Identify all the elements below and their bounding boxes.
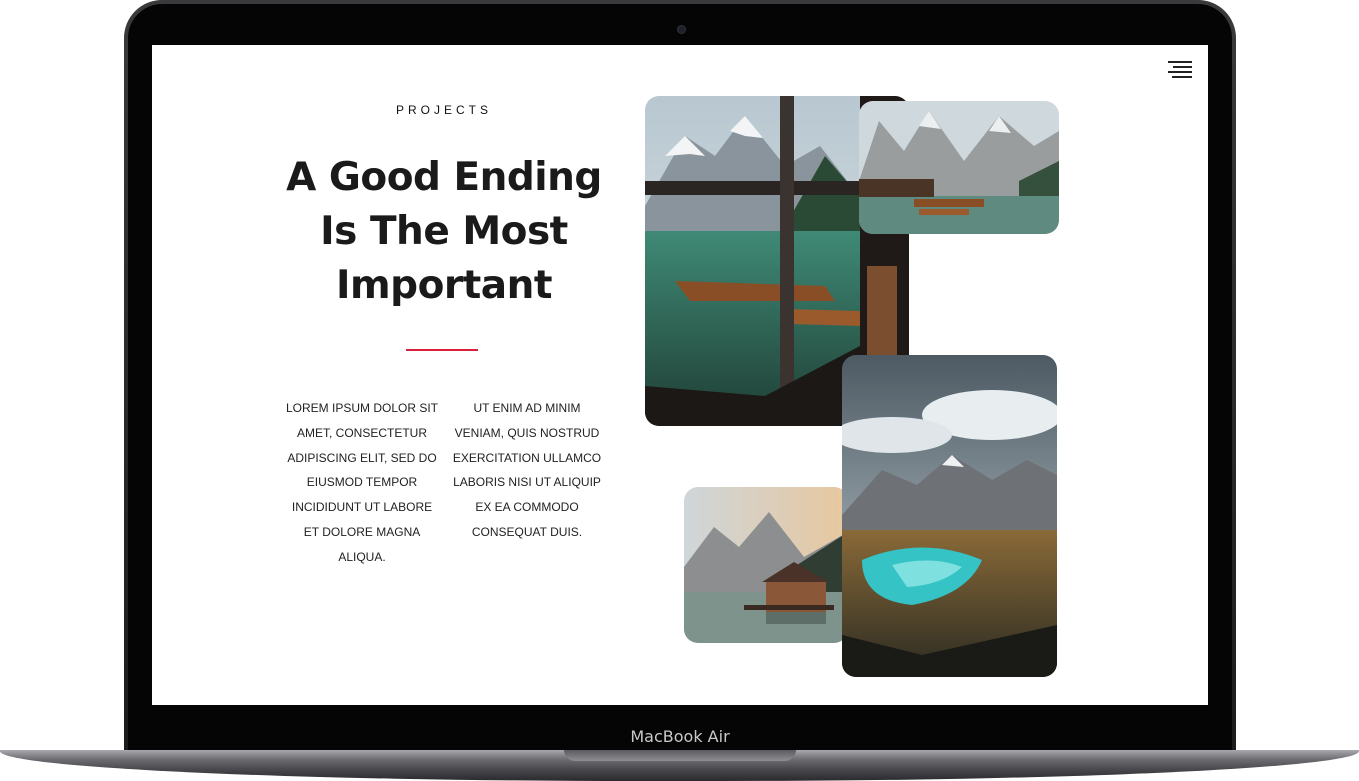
device-label: MacBook Air (630, 727, 730, 746)
text-column-left: LOREM IPSUM DOLOR SIT AMET, CONSECTETUR … (277, 396, 447, 570)
text-line: ADIPISCING ELIT, SED DO (287, 450, 437, 465)
text-line: INCIDIDUNT UT LABORE (291, 500, 433, 515)
section-eyebrow: PROJECTS (395, 103, 492, 117)
text-line: ET DOLORE MAGNA (303, 524, 421, 539)
menu-button[interactable] (1166, 61, 1192, 79)
headline-line: Important (336, 263, 552, 308)
text-line: LOREM IPSUM DOLOR SIT (285, 401, 439, 415)
text-line: EXERCITATION ULLAMCO (452, 450, 602, 465)
laptop-notch (564, 750, 796, 761)
accent-divider (406, 349, 478, 351)
text-column-right: UT ENIM AD MINIM VENIAM, QUIS NOSTRUD EX… (442, 396, 612, 545)
page-headline: A Good Ending Is The Most Important (264, 151, 624, 313)
text-line: ALIQUA. (338, 549, 386, 564)
turquoise-lake-photo (842, 355, 1057, 677)
camera-icon (677, 25, 686, 34)
headline-line: A Good Ending (286, 155, 602, 200)
headline-line: Is The Most (320, 209, 568, 254)
boathouse-photo (684, 487, 848, 643)
text-line: EIUSMOD TEMPOR (306, 475, 418, 490)
website-screen: PROJECTS A Good Ending Is The Most Impor… (152, 45, 1208, 705)
text-line: EX EA COMMODO (475, 500, 579, 515)
hamburger-menu-icon (1168, 61, 1192, 63)
mountain-pier-photo (859, 101, 1059, 234)
text-line: VENIAM, QUIS NOSTRUD (454, 425, 600, 440)
text-line: AMET, CONSECTETUR (296, 425, 427, 440)
text-line: UT ENIM AD MINIM (473, 401, 581, 415)
text-line: LABORIS NISI UT ALIQUIP (453, 475, 601, 490)
text-line: CONSEQUAT DUIS. (471, 524, 583, 539)
